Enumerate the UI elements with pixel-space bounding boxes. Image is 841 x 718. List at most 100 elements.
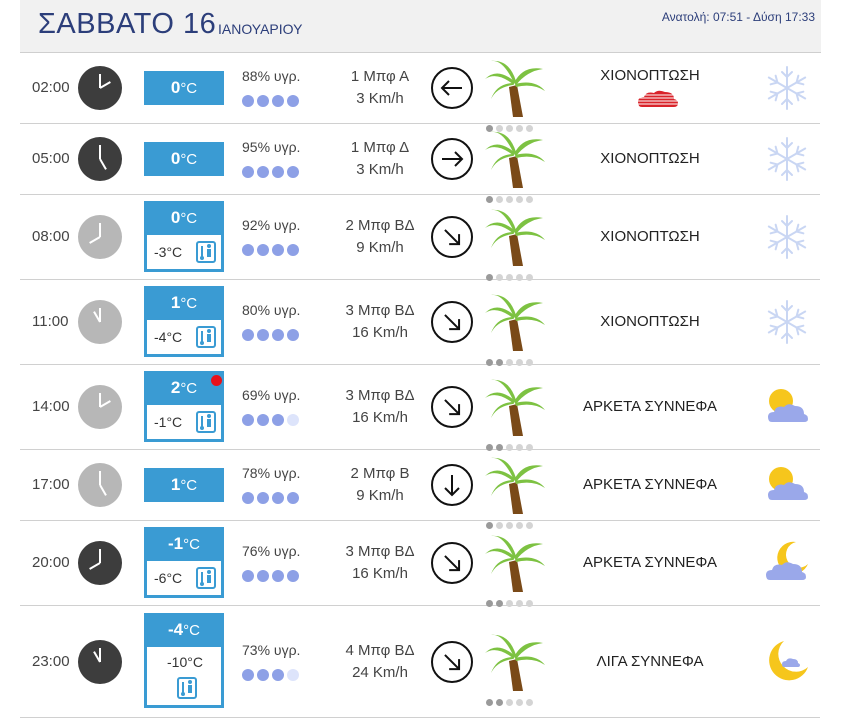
wind-info: 1 Μπφ Δ 3 Km/h bbox=[320, 137, 440, 181]
humidity: 73% υγρ. bbox=[242, 642, 322, 682]
wind-beaufort: 3 Μπφ ΒΔ bbox=[345, 387, 415, 404]
forecast-row: 02:00 0°C 88% υγρ. 1 Μπφ Α 3 Km/h ΧΙΟΝΟΠΤΩΣΗ bbox=[20, 53, 820, 132]
sunrise-sunset: Ανατολή: 07:51 - Δύση 17:33 bbox=[661, 10, 815, 24]
forecast-row: 17:00 1°C 78% υγρ. 2 Μπφ Β 9 Km/h ΑΡΚΕΤΑ ΣΥΝΝ… bbox=[20, 450, 820, 529]
time-label: 20:00 bbox=[32, 554, 70, 571]
weather-description: ΧΙΟΝΟΠΤΩΣΗ bbox=[600, 67, 700, 84]
temperature-unit: °C bbox=[183, 621, 200, 639]
humidity-dot bbox=[257, 244, 269, 256]
temperature-number: 0 bbox=[170, 78, 181, 97]
weather-description: ΑΡΚΕΤΑ ΣΥΝΝΕΦΑ bbox=[583, 398, 717, 415]
sun-cloud-icon bbox=[762, 460, 812, 510]
humidity-dot bbox=[242, 492, 254, 504]
wind-strength-dot bbox=[506, 698, 513, 706]
moon-cloud-icon bbox=[762, 538, 812, 588]
temperature-unit: °C bbox=[180, 80, 198, 97]
temperature-number: 2 bbox=[170, 378, 181, 397]
humidity-dot bbox=[287, 329, 299, 341]
humidity-dot bbox=[287, 244, 299, 256]
wind-strength-dot bbox=[496, 698, 503, 706]
wind-beaufort: 2 Μπφ Β bbox=[350, 465, 410, 482]
wind-beaufort: 3 Μπφ ΒΔ bbox=[345, 302, 415, 319]
time-label: 08:00 bbox=[32, 228, 70, 245]
humidity-dots bbox=[242, 569, 322, 583]
humidity-dot bbox=[257, 668, 269, 681]
humidity-dot bbox=[242, 166, 254, 178]
clock-icon bbox=[78, 300, 122, 344]
temperature-value: 0°C bbox=[144, 142, 224, 176]
person-thermometer-icon bbox=[196, 241, 216, 263]
forecast-row: 23:00 -4°C -10°C 73% υγρ. 4 Μπφ ΒΔ 24 Km/h ΛΙΓ… bbox=[20, 606, 820, 718]
feels-like: -10°C bbox=[147, 646, 221, 705]
month-label: ΙΑΝΟΥΑΡΙΟΥ bbox=[218, 21, 303, 37]
wind-beaufort: 1 Μπφ Α bbox=[350, 68, 410, 85]
humidity-dot bbox=[272, 244, 284, 256]
humidity-dot bbox=[272, 329, 284, 341]
wind-beaufort: 2 Μπφ ΒΔ bbox=[345, 217, 415, 234]
humidity-dot bbox=[257, 95, 269, 107]
clock-icon bbox=[78, 137, 122, 181]
wind-info: 3 Μπφ ΒΔ 16 Km/h bbox=[320, 541, 440, 585]
wind-beaufort: 1 Μπφ Δ bbox=[350, 139, 410, 156]
east-arrow-icon bbox=[430, 137, 474, 181]
temperature-box: 1°C -4°C bbox=[144, 286, 224, 357]
wind-speed: 3 Km/h bbox=[356, 161, 404, 178]
humidity-label: 73% υγρ. bbox=[242, 641, 301, 658]
humidity-dots bbox=[242, 94, 322, 108]
temperature-box: 0°C bbox=[144, 71, 224, 105]
weather-description: ΑΡΚΕΤΑ ΣΥΝΝΕΦΑ bbox=[583, 554, 717, 571]
southeast-arrow-icon bbox=[430, 215, 474, 259]
forecast-row: 05:00 0°C 95% υγρ. 1 Μπφ Δ 3 Km/h ΧΙΟΝΟΠΤΩΣΗ bbox=[20, 124, 820, 203]
day-title: ΣΑΒΒΑΤΟ 16 bbox=[38, 8, 217, 40]
clock-icon bbox=[78, 385, 122, 429]
humidity-label: 78% υγρ. bbox=[242, 465, 301, 481]
humidity-dot bbox=[242, 329, 254, 341]
palm-tree-icon bbox=[483, 631, 549, 693]
time-label: 14:00 bbox=[32, 398, 70, 415]
temperature-box: 1°C bbox=[144, 468, 224, 502]
humidity-dots bbox=[242, 165, 322, 179]
day-header: ΣΑΒΒΑΤΟ 16 ΙΑΝΟΥΑΡΙΟΥ Ανατολή: 07:51 - Δ… bbox=[20, 0, 821, 53]
forecast-row: 11:00 1°C -4°C 80% υγρ. 3 Μπφ ΒΔ 16 Km/h ΧΙΟΝΟ… bbox=[20, 280, 820, 366]
humidity-label: 76% υγρ. bbox=[242, 543, 301, 559]
humidity-dots bbox=[242, 668, 322, 682]
forecast-row: 20:00 -1°C -6°C 76% υγρ. 3 Μπφ ΒΔ 16 Km/h ΑΡΚΕ… bbox=[20, 521, 820, 607]
humidity: 80% υγρ. bbox=[242, 302, 322, 342]
temperature-value: -4°C bbox=[144, 613, 224, 647]
time-label: 02:00 bbox=[32, 79, 70, 96]
wind-strength-dots bbox=[486, 693, 536, 706]
weather-description: ΑΡΚΕΤΑ ΣΥΝΝΕΦΑ bbox=[583, 476, 717, 493]
humidity-dot bbox=[242, 414, 254, 426]
snowflake-icon bbox=[762, 134, 812, 184]
palm-tree-icon bbox=[483, 376, 549, 438]
west-arrow-icon bbox=[430, 66, 474, 110]
humidity-dot bbox=[287, 95, 299, 107]
snowflake-icon bbox=[762, 212, 812, 262]
wind-info: 2 Μπφ Β 9 Km/h bbox=[320, 463, 440, 507]
humidity-label: 80% υγρ. bbox=[242, 302, 301, 318]
time-label: 11:00 bbox=[32, 313, 69, 330]
wind-beaufort: 4 Μπφ ΒΔ bbox=[345, 641, 415, 659]
palm-tree-icon bbox=[483, 532, 549, 594]
humidity-dot bbox=[287, 492, 299, 504]
humidity: 69% υγρ. bbox=[242, 387, 322, 427]
person-thermometer-icon bbox=[196, 326, 216, 348]
wind-speed: 16 Km/h bbox=[352, 409, 408, 426]
south-arrow-icon bbox=[430, 463, 474, 507]
snowflake-icon bbox=[762, 63, 812, 113]
humidity-dot bbox=[257, 414, 269, 426]
humidity: 76% υγρ. bbox=[242, 543, 322, 583]
southeast-arrow-icon bbox=[430, 640, 474, 684]
clock-icon bbox=[78, 66, 122, 110]
feels-like: -1°C bbox=[147, 405, 221, 439]
humidity: 78% υγρ. bbox=[242, 465, 322, 505]
humidity-dot bbox=[287, 668, 299, 681]
humidity-dot bbox=[257, 492, 269, 504]
temperature-value: 0°C bbox=[144, 71, 224, 105]
snowflake-icon bbox=[762, 297, 812, 347]
humidity-label: 95% υγρ. bbox=[242, 139, 301, 155]
weather-description: ΧΙΟΝΟΠΤΩΣΗ bbox=[600, 228, 700, 245]
temperature-unit: °C bbox=[180, 380, 198, 397]
sun-cloud-icon bbox=[762, 382, 812, 432]
temperature-box: 0°C -3°C bbox=[144, 201, 224, 272]
